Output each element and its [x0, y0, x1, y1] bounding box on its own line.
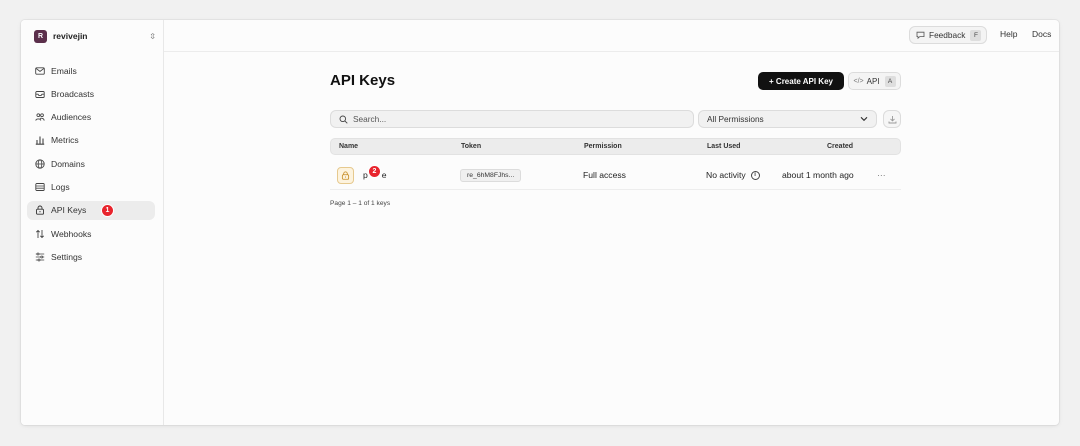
- sidebar-item-metrics[interactable]: Metrics: [27, 131, 155, 150]
- info-icon[interactable]: i: [750, 170, 760, 180]
- feedback-shortcut-key: F: [970, 29, 982, 41]
- sidebar-item-label: Domains: [51, 158, 85, 169]
- users-icon: [35, 112, 45, 122]
- bar-chart-icon: [35, 135, 45, 146]
- column-header-token[interactable]: Token: [461, 143, 481, 150]
- step-badge-1: 1: [101, 203, 114, 217]
- search-input[interactable]: [353, 114, 653, 124]
- table-header: Name Token Permission Last Used Created: [330, 138, 901, 155]
- table-row[interactable]: p e 2 re_6hM8FJhs... Full access No acti…: [330, 160, 901, 190]
- chat-bubble-icon: [916, 31, 925, 39]
- sidebar-item-label: Audiences: [51, 112, 92, 123]
- download-icon: [888, 115, 897, 124]
- mail-icon: [35, 66, 45, 76]
- step-badge-2: 2: [368, 165, 381, 178]
- column-header-last-used[interactable]: Last Used: [707, 143, 740, 150]
- sidebar-item-logs[interactable]: Logs: [27, 177, 155, 196]
- page-title: API Keys: [330, 72, 396, 89]
- top-bar: Feedback F Help Docs: [164, 20, 1059, 52]
- token-cell: re_6hM8FJhs...: [460, 160, 522, 190]
- settings-icon: [35, 252, 45, 262]
- sidebar-item-settings[interactable]: Settings: [27, 247, 155, 266]
- create-api-key-button[interactable]: + Create API Key: [758, 72, 844, 90]
- docs-link[interactable]: Docs: [1032, 29, 1051, 39]
- broadcast-icon: [35, 89, 45, 99]
- key-lock-icon: [337, 166, 354, 184]
- sidebar-item-broadcasts[interactable]: Broadcasts: [27, 84, 155, 103]
- lock-icon: [35, 205, 45, 215]
- sidebar-item-label: API Keys: [51, 205, 87, 216]
- webhook-icon: [35, 229, 45, 239]
- row-actions-button[interactable]: ···: [877, 160, 886, 190]
- sidebar-item-domains[interactable]: Domains: [27, 154, 155, 173]
- sidebar-item-api-keys[interactable]: API Keys 1: [27, 200, 155, 220]
- sidebar-item-label: Broadcasts: [51, 88, 94, 99]
- code-icon: </>: [853, 77, 864, 85]
- feedback-button[interactable]: Feedback F: [909, 26, 987, 44]
- sidebar-item-label: Logs: [51, 181, 70, 192]
- column-header-permission[interactable]: Permission: [584, 143, 622, 150]
- sidebar-item-audiences[interactable]: Audiences: [27, 108, 155, 127]
- last-used-value: No activity: [706, 170, 746, 180]
- search-icon: [339, 115, 348, 124]
- api-label: API: [866, 76, 880, 86]
- api-button[interactable]: </> API A: [848, 72, 901, 90]
- last-used-cell: No activity i: [706, 160, 760, 190]
- sidebar: R revivejin ⇳ Emails Broadcasts Audience…: [21, 20, 164, 425]
- sidebar-nav: Emails Broadcasts Audiences Metrics Doma…: [27, 61, 155, 271]
- column-header-created[interactable]: Created: [827, 143, 853, 150]
- permissions-filter-select[interactable]: All Permissions: [698, 110, 877, 128]
- sidebar-item-label: Metrics: [51, 135, 79, 146]
- sidebar-item-label: Emails: [51, 65, 77, 76]
- help-link[interactable]: Help: [1000, 29, 1017, 39]
- pagination-info: Page 1 – 1 of 1 keys: [330, 200, 391, 207]
- workspace-name: revivejin: [53, 31, 88, 41]
- feedback-label: Feedback: [929, 30, 966, 40]
- chevron-updown-icon: ⇳: [149, 31, 156, 41]
- sidebar-item-label: Settings: [51, 251, 83, 262]
- workspace-avatar: R: [34, 29, 47, 43]
- app-window: R revivejin ⇳ Emails Broadcasts Audience…: [21, 20, 1059, 425]
- sidebar-item-label: Webhooks: [51, 228, 92, 239]
- permission-cell: Full access: [583, 170, 626, 180]
- api-shortcut-key: A: [884, 75, 896, 87]
- created-cell: about 1 month ago: [782, 170, 854, 180]
- workspace-switcher[interactable]: R revivejin ⇳: [34, 28, 156, 44]
- permissions-filter-value: All Permissions: [707, 114, 764, 124]
- api-key-name-end: e: [381, 170, 387, 180]
- sidebar-item-emails[interactable]: Emails: [27, 61, 155, 80]
- column-header-name[interactable]: Name: [339, 143, 358, 150]
- token-chip[interactable]: re_6hM8FJhs...: [460, 168, 522, 182]
- globe-icon: [35, 159, 45, 169]
- export-button[interactable]: [883, 110, 901, 128]
- logs-icon: [35, 182, 45, 192]
- chevron-down-icon: [860, 116, 868, 122]
- search-box: [330, 110, 694, 128]
- sidebar-item-webhooks[interactable]: Webhooks: [27, 224, 155, 243]
